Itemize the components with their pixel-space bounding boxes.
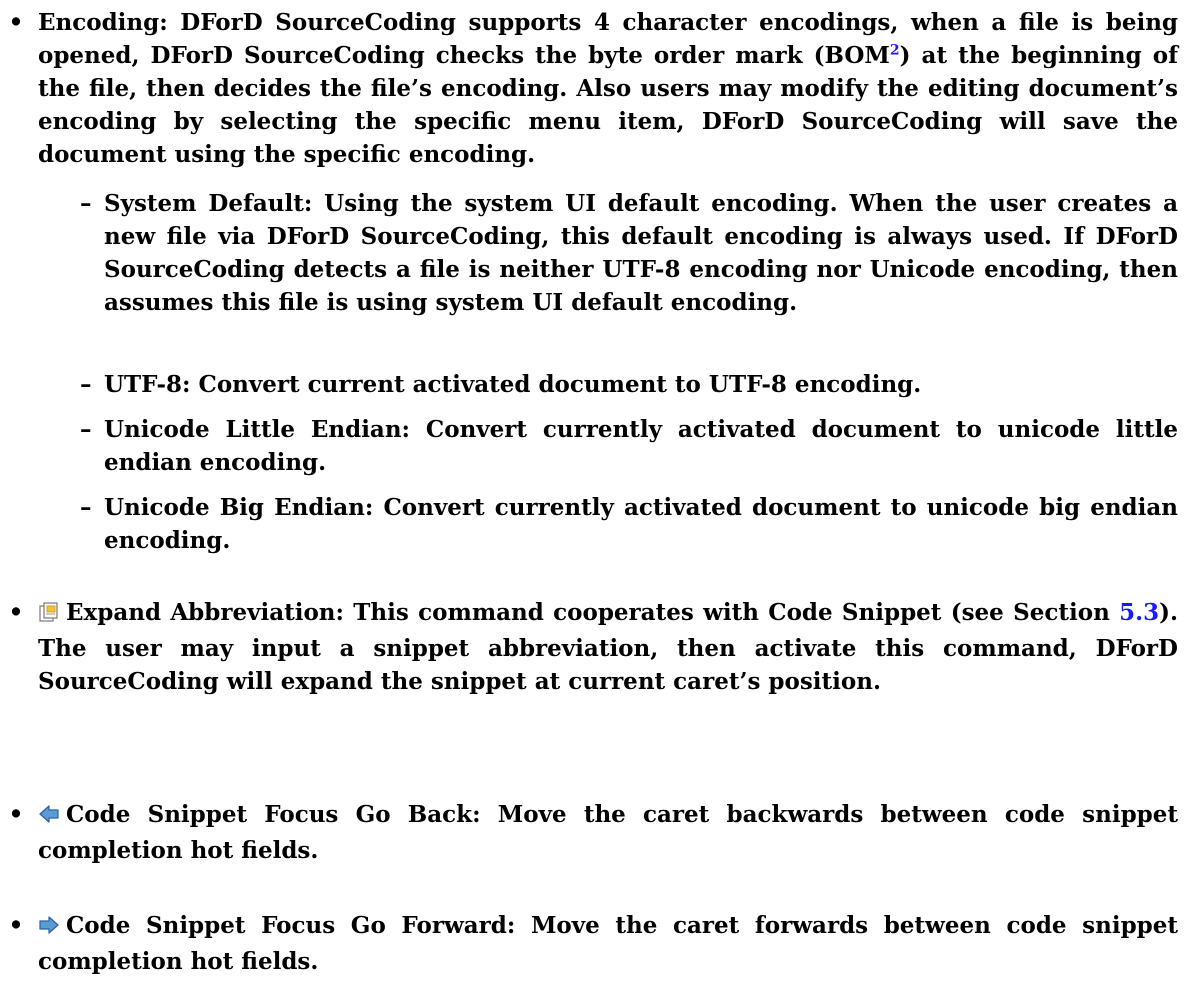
bullet: • <box>8 912 24 939</box>
list-item-go-back: • Code Snippet Focus Go Back: Move the c… <box>9 798 1178 867</box>
sub-item-text: Unicode Big Endian: Convert currently ac… <box>104 494 1178 554</box>
list-item-go-forward: • Code Snippet Focus Go Forward: Move th… <box>9 909 1178 978</box>
bullet: • <box>8 9 24 36</box>
section-link[interactable]: 5.3 <box>1119 599 1159 626</box>
go-forward-text: Code Snippet Focus Go Forward: Move the … <box>38 912 1178 975</box>
arrow-right-icon <box>38 912 60 945</box>
dash: – <box>80 494 92 521</box>
sub-item-text: System Default: Using the system UI defa… <box>104 190 1178 316</box>
bullet: • <box>8 599 24 626</box>
dash: – <box>80 416 92 443</box>
sub-item-system-default: – System Default: Using the system UI de… <box>80 187 1178 319</box>
sub-item-unicode-little-endian: – Unicode Little Endian: Convert current… <box>80 413 1178 479</box>
sub-item-text: UTF-8: Convert current activated documen… <box>104 371 922 398</box>
arrow-left-icon <box>38 801 60 834</box>
footnote-link[interactable]: 2 <box>890 42 900 58</box>
list-item-expand-abbreviation: • Expand Abbreviation: This command coop… <box>9 596 1178 698</box>
dash: – <box>80 190 92 217</box>
expand-abbreviation-icon <box>38 599 60 632</box>
expand-text-part1: Expand Abbreviation: This command cooper… <box>66 599 1120 626</box>
sub-item-utf8: – UTF-8: Convert current activated docum… <box>80 368 1178 401</box>
sub-item-unicode-big-endian: – Unicode Big Endian: Convert currently … <box>80 491 1178 557</box>
document-page: • Encoding: DForD SourceCoding supports … <box>0 0 1186 1002</box>
dash: – <box>80 371 92 398</box>
bullet: • <box>8 801 24 828</box>
sub-item-text: Unicode Little Endian: Convert currently… <box>104 416 1178 476</box>
list-item-encoding: • Encoding: DForD SourceCoding supports … <box>9 6 1178 171</box>
go-back-text: Code Snippet Focus Go Back: Move the car… <box>38 801 1178 864</box>
